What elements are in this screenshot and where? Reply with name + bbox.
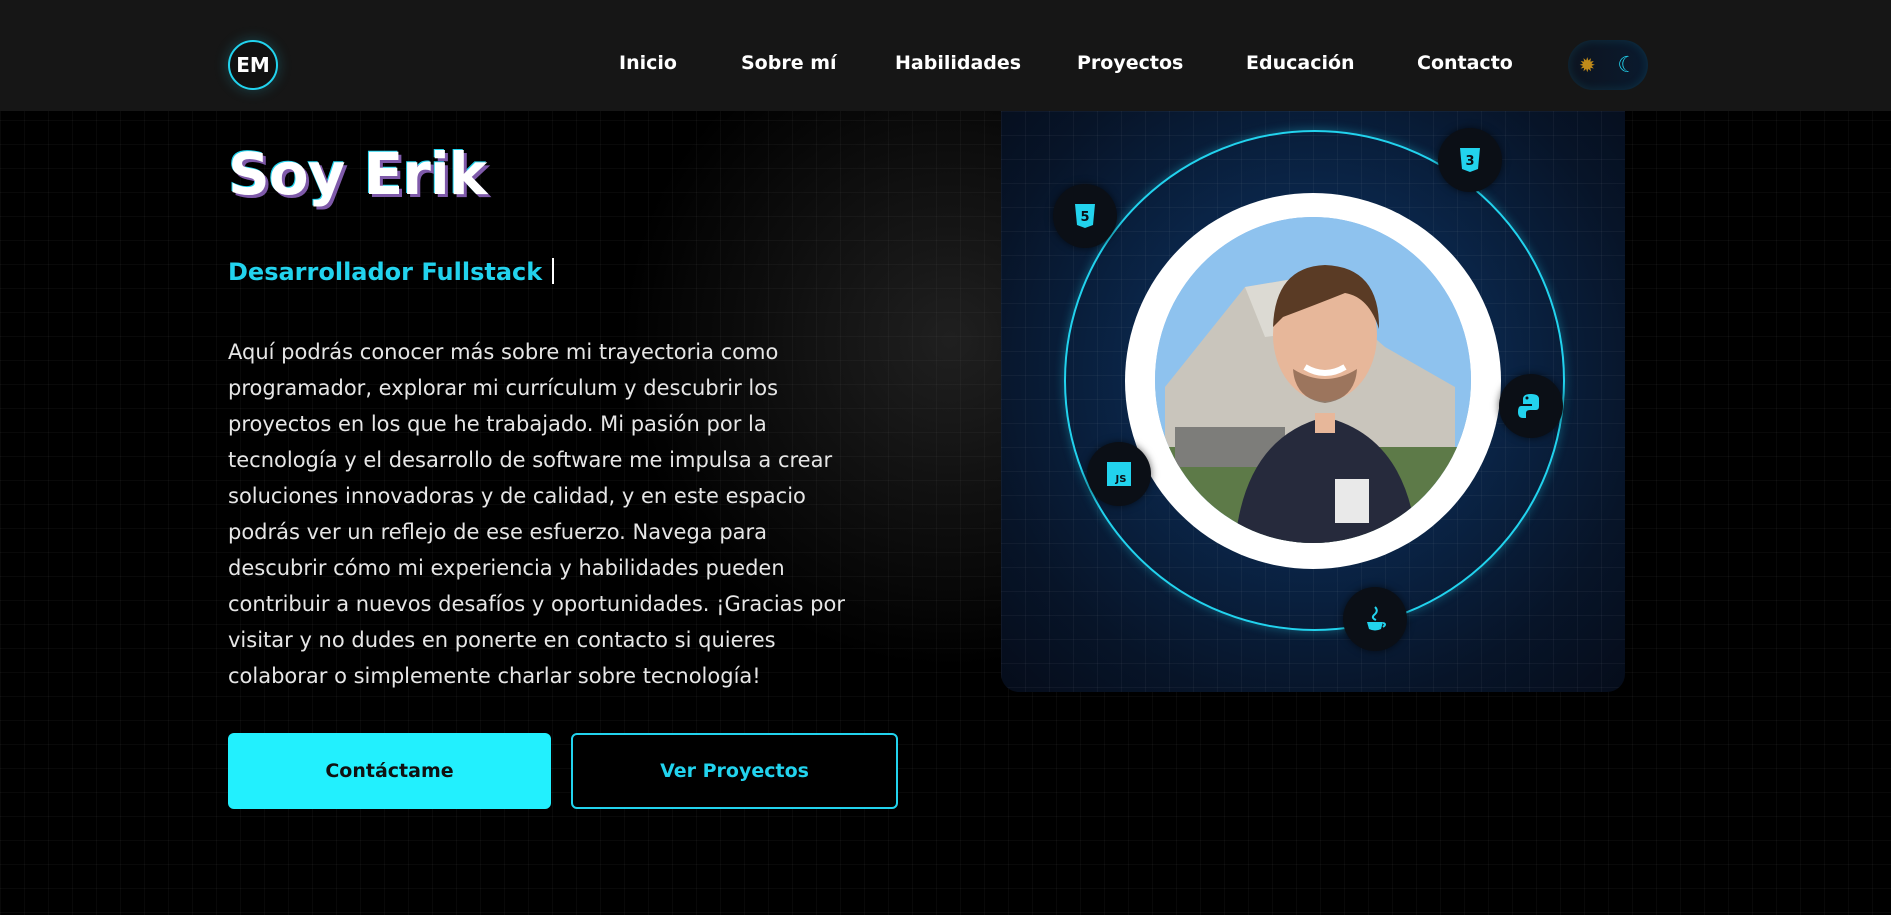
- hero-description: Aquí podrás conocer más sobre mi trayect…: [228, 340, 845, 688]
- hero-subtitle-wrap: Desarrollador Fullstack: [228, 258, 555, 286]
- svg-text:JS: JS: [1115, 474, 1127, 485]
- theme-toggle[interactable]: ✹ ☾: [1568, 40, 1648, 90]
- avatar-illustration: [1155, 217, 1471, 543]
- site-header: EM Inicio Sobre mí Habilidades Proyectos…: [0, 0, 1891, 111]
- profile-card: 5 3 JS: [1001, 111, 1625, 692]
- nav-item-contacto[interactable]: Contacto: [1417, 52, 1513, 74]
- contact-button[interactable]: Contáctame: [228, 733, 551, 809]
- javascript-icon: JS: [1087, 442, 1151, 506]
- avatar: [1155, 217, 1471, 543]
- nav-item-proyectos[interactable]: Proyectos: [1077, 52, 1183, 74]
- svg-text:3: 3: [1465, 154, 1474, 169]
- html5-icon: 5: [1053, 184, 1117, 248]
- logo[interactable]: EM: [228, 40, 278, 90]
- css3-icon: 3: [1438, 128, 1502, 192]
- moon-icon: ☾: [1617, 52, 1638, 78]
- java-icon: [1343, 587, 1407, 651]
- svg-text:5: 5: [1080, 210, 1089, 225]
- hero-subtitle: Desarrollador Fullstack: [228, 258, 543, 286]
- avatar-frame: [1125, 193, 1501, 569]
- hero-title: Soy Erik: [228, 140, 487, 208]
- python-icon: [1499, 374, 1563, 438]
- view-projects-button[interactable]: Ver Proyectos: [571, 733, 898, 809]
- nav-item-habilidades[interactable]: Habilidades: [895, 52, 1021, 74]
- nav-item-educacion[interactable]: Educación: [1246, 52, 1355, 74]
- nav-item-sobre-mi[interactable]: Sobre mí: [741, 52, 837, 74]
- typing-caret: [552, 258, 555, 284]
- sun-icon: ✹: [1578, 53, 1596, 77]
- nav-item-inicio[interactable]: Inicio: [619, 52, 677, 74]
